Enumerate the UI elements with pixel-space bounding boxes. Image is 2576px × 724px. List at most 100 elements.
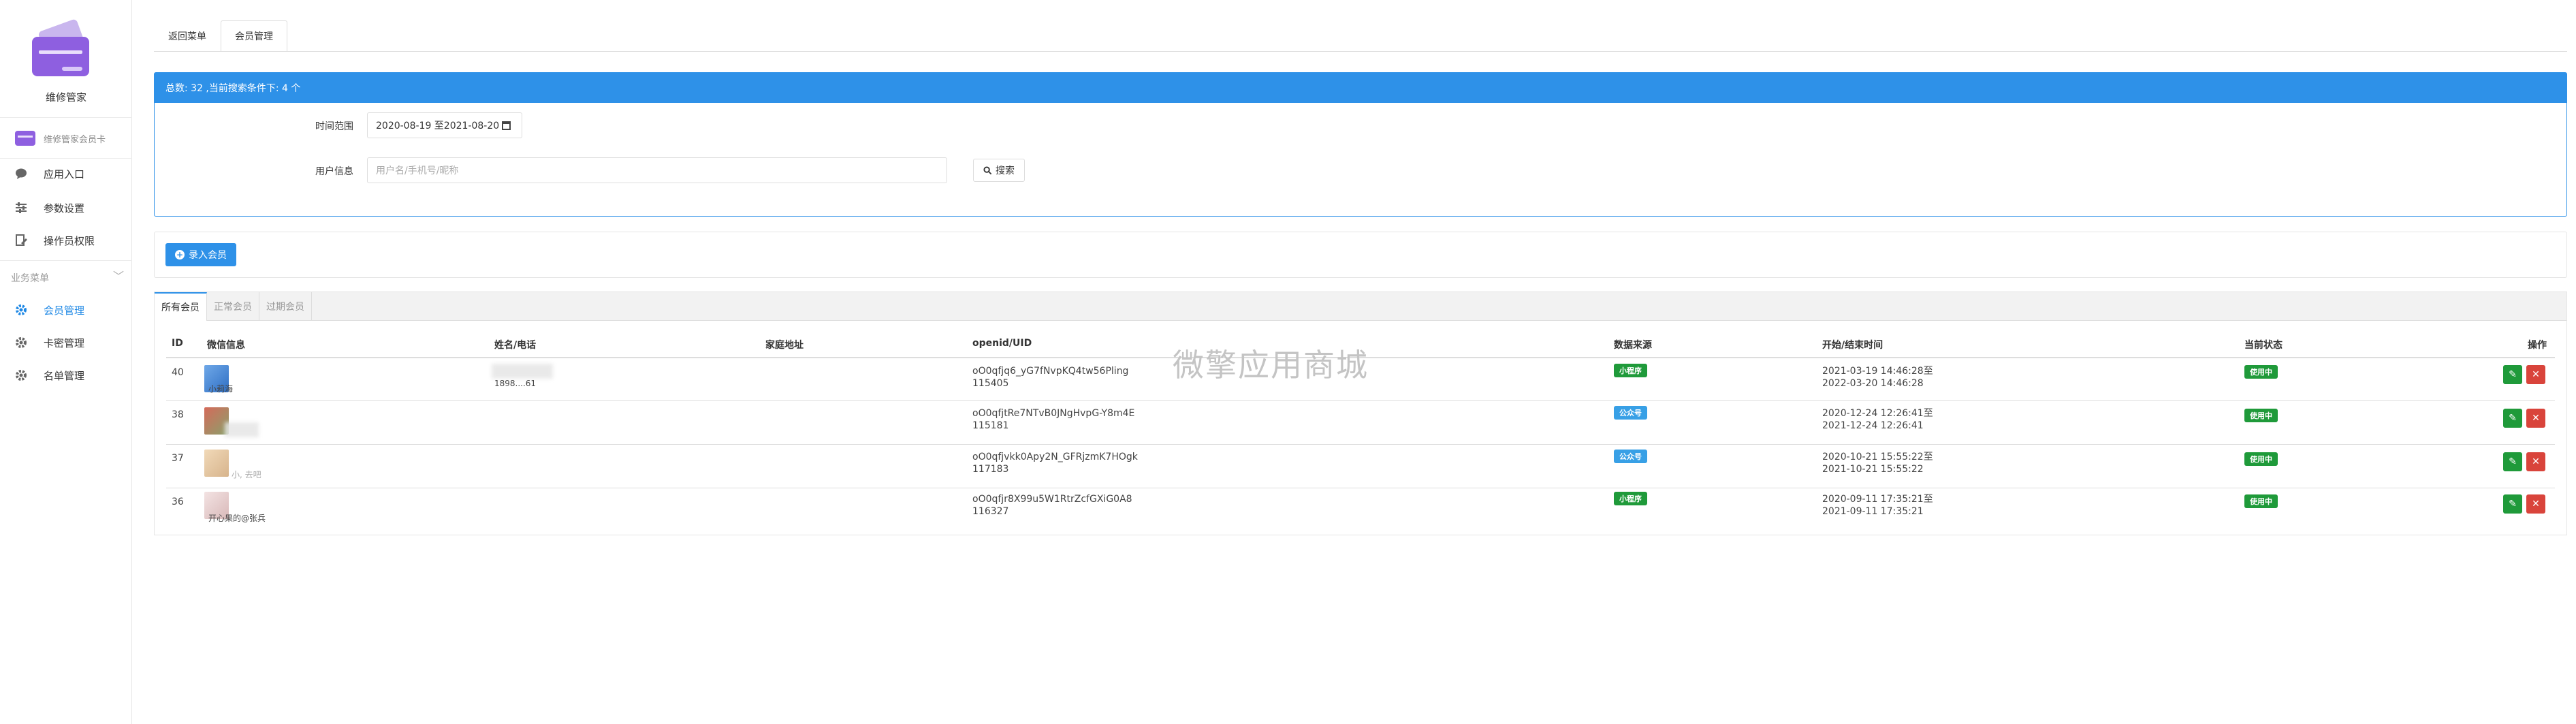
top-tabs: 返回菜单 会员管理: [154, 20, 287, 52]
card-label: 维修管家会员卡: [44, 134, 106, 145]
status-badge: 使用中: [2244, 494, 2278, 508]
gear-icon: [14, 368, 29, 383]
col-source: 数据来源: [1614, 340, 1652, 351]
user-info-input[interactable]: 用户名/手机号/昵称: [367, 157, 947, 183]
edit-button[interactable]: ✎: [2503, 494, 2522, 514]
add-member-button[interactable]: + 录入会员: [165, 243, 236, 266]
sidebar-item-label: 卡密管理: [44, 336, 85, 349]
col-address: 家庭地址: [765, 340, 804, 351]
row-id: 37: [172, 453, 184, 464]
phone: 1898....61: [494, 379, 537, 388]
close-icon: ✕: [2532, 369, 2540, 380]
sidebar-item-operator-permissions[interactable]: 操作员权限: [0, 225, 132, 256]
document-edit-icon: [14, 233, 29, 248]
avatar: [204, 450, 229, 477]
chat-bubble-icon: [14, 166, 29, 181]
close-icon: ✕: [2532, 456, 2540, 467]
uid: 117183: [972, 464, 1009, 475]
sidebar-item-label: 会员管理: [44, 304, 85, 317]
start-time: 2021-03-19 14:46:28至: [1822, 366, 1933, 377]
time-range-input[interactable]: 2020-08-19 至2021-08-20: [367, 112, 522, 138]
start-time: 2020-09-11 17:35:21至: [1822, 494, 1933, 505]
edit-icon: ✎: [2509, 499, 2517, 509]
wechat-nickname: 小莉海: [208, 384, 234, 394]
search-button[interactable]: 搜索: [973, 159, 1025, 182]
tab-expired-members[interactable]: 过期会员: [259, 292, 312, 321]
edit-button[interactable]: ✎: [2503, 365, 2522, 384]
row-id: 38: [172, 409, 184, 420]
uid: 116327: [972, 506, 1009, 517]
edit-button[interactable]: ✎: [2503, 409, 2522, 428]
tab-member-management[interactable]: 会员管理: [221, 20, 287, 52]
redacted-nickname: [225, 422, 259, 437]
time-range-label: 时间范围: [315, 121, 353, 132]
end-time: 2021-12-24 12:26:41: [1822, 420, 1924, 431]
app-name: 维修管家: [45, 91, 86, 104]
openid: oO0qfjq6_yG7fNvpKQ4tw56Pling: [972, 366, 1129, 377]
source-badge: 公众号: [1614, 406, 1647, 420]
member-card-entry[interactable]: 维修管家会员卡: [0, 123, 132, 154]
redacted-name: [492, 364, 553, 379]
card-icon: [15, 131, 35, 146]
col-id: ID: [172, 338, 183, 349]
openid: oO0qfjtRe7NTvB0JNgHvpG-Y8m4E: [972, 408, 1135, 419]
sidebar-item-settings[interactable]: 参数设置: [0, 192, 132, 223]
edit-icon: ✎: [2509, 456, 2517, 467]
delete-button[interactable]: ✕: [2526, 365, 2545, 384]
sidebar: 维修管家 维修管家会员卡 应用入口 参数设置 操作员权限 业务菜单 ﹀ 会员管理: [0, 0, 132, 724]
plus-icon: +: [175, 250, 185, 259]
col-status: 当前状态: [2244, 340, 2283, 351]
user-info-label: 用户信息: [315, 166, 353, 177]
status-badge: 使用中: [2244, 409, 2278, 422]
uid: 115405: [972, 378, 1009, 389]
filter-panel: 总数: 32 ,当前搜索条件下: 4 个 时间范围 2020-08-19 至20…: [154, 72, 2567, 217]
start-time: 2020-12-24 12:26:41至: [1822, 408, 1933, 419]
sidebar-item-card-key-management[interactable]: 卡密管理: [0, 327, 132, 358]
delete-button[interactable]: ✕: [2526, 409, 2545, 428]
row-id: 40: [172, 367, 184, 378]
watermark: 微擎应用商城: [1173, 347, 1369, 383]
sidebar-item-label: 操作员权限: [44, 234, 95, 247]
delete-button[interactable]: ✕: [2526, 452, 2545, 471]
gear-icon: [14, 302, 29, 317]
tab-back-to-menu[interactable]: 返回菜单: [154, 20, 221, 52]
app-logo: [32, 18, 89, 76]
openid: oO0qfjr8X99u5W1RtrZcfGXiG0A8: [972, 494, 1132, 505]
sidebar-item-label: 应用入口: [44, 168, 85, 180]
summary-text: 总数: 32 ,当前搜索条件下: 4 个: [155, 73, 2566, 103]
search-icon: [983, 166, 992, 174]
edit-button[interactable]: ✎: [2503, 452, 2522, 471]
end-time: 2021-09-11 17:35:21: [1822, 506, 1924, 517]
sliders-icon: [14, 200, 29, 215]
tab-all-members[interactable]: 所有会员: [155, 292, 207, 321]
wechat-nickname: 小, 去吧: [232, 470, 261, 479]
row-id: 36: [172, 497, 184, 507]
col-openid: openid/UID: [972, 338, 1032, 349]
edit-icon: ✎: [2509, 413, 2517, 424]
add-member-label: 录入会员: [189, 250, 227, 261]
openid: oO0qfjvkk0Apy2N_GFRjzmK7HOgk: [972, 452, 1138, 462]
wechat-nickname: 开心果的@张兵: [208, 514, 266, 523]
delete-button[interactable]: ✕: [2526, 494, 2545, 514]
list-tabs: 所有会员 正常会员 过期会员: [155, 292, 2566, 321]
sidebar-item-label: 名单管理: [44, 369, 85, 382]
chevron-down-icon[interactable]: ﹀: [113, 267, 124, 283]
col-name-phone: 姓名/电话: [494, 340, 537, 351]
uid: 115181: [972, 420, 1009, 431]
sidebar-item-list-management[interactable]: 名单管理: [0, 360, 132, 391]
calendar-icon: [502, 121, 511, 130]
user-info-placeholder: 用户名/手机号/昵称: [376, 166, 459, 176]
sidebar-item-label: 参数设置: [44, 202, 85, 215]
end-time: 2022-03-20 14:46:28: [1822, 378, 1924, 389]
source-badge: 小程序: [1614, 364, 1647, 377]
gear-icon: [14, 335, 29, 350]
tab-normal-members[interactable]: 正常会员: [207, 292, 259, 321]
close-icon: ✕: [2532, 499, 2540, 509]
sidebar-item-member-management[interactable]: 会员管理: [0, 294, 132, 326]
section-label: 业务菜单: [11, 273, 49, 284]
close-icon: ✕: [2532, 413, 2540, 424]
time-range-value: 2020-08-19 至2021-08-20: [376, 121, 500, 131]
sidebar-item-app-entry[interactable]: 应用入口: [0, 158, 132, 189]
member-list-panel: 所有会员 正常会员 过期会员: [154, 292, 2567, 535]
status-badge: 使用中: [2244, 365, 2278, 379]
